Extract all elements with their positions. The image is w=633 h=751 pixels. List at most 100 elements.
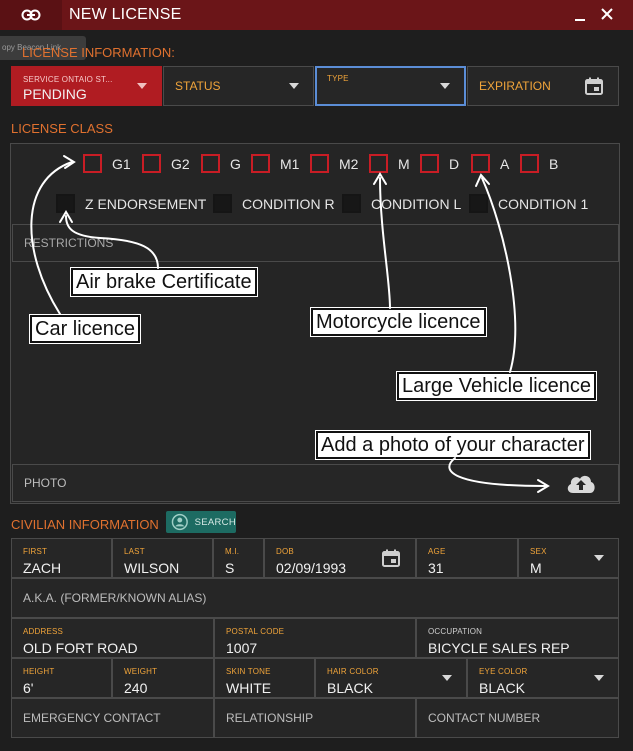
- checkbox-condition-l[interactable]: [342, 194, 361, 213]
- license-class-heading: LICENSE CLASS: [11, 121, 113, 136]
- service-label: SERVICE ONTAIO ST...: [23, 75, 113, 84]
- aka-label: A.K.A. (FORMER/KNOWN ALIAS): [23, 591, 207, 605]
- link-button[interactable]: [0, 0, 62, 30]
- contact-number-field[interactable]: CONTACT NUMBER: [416, 698, 619, 738]
- sex-label: SEX: [530, 547, 547, 556]
- label-m: M: [398, 156, 410, 172]
- label-condition-l: CONDITION L: [371, 196, 462, 212]
- weight-value: 240: [124, 680, 148, 696]
- checkbox-z-endorsement[interactable]: [56, 194, 75, 213]
- first-name-value: ZACH: [23, 560, 62, 576]
- emergency-contact-label: EMERGENCY CONTACT: [23, 711, 161, 725]
- checkbox-d[interactable]: [420, 154, 439, 173]
- hair-color-select[interactable]: HAIR COLOR BLACK: [315, 658, 467, 698]
- calendar-icon[interactable]: [381, 548, 401, 568]
- eye-color-select[interactable]: EYE COLOR BLACK: [467, 658, 619, 698]
- checkbox-condition-r[interactable]: [213, 194, 232, 213]
- search-label: SEARCH: [194, 516, 236, 528]
- label-condition-r: CONDITION R: [242, 196, 335, 212]
- skin-tone-value: WHITE: [226, 680, 272, 696]
- dob-field[interactable]: DOB 02/09/1993: [264, 538, 416, 578]
- label-g2: G2: [171, 156, 190, 172]
- calendar-icon[interactable]: [584, 76, 604, 96]
- contact-number-label: CONTACT NUMBER: [428, 711, 541, 725]
- checkbox-b[interactable]: [520, 154, 539, 173]
- checkbox-g1[interactable]: [83, 154, 102, 173]
- photo-field[interactable]: PHOTO: [12, 464, 619, 502]
- label-m1: M1: [280, 156, 300, 172]
- first-name-field[interactable]: FIRST ZACH: [11, 538, 112, 578]
- age-value: 31: [428, 560, 444, 576]
- aka-field[interactable]: A.K.A. (FORMER/KNOWN ALIAS): [11, 578, 619, 618]
- postal-code-field[interactable]: POSTAL CODE 1007: [214, 618, 416, 658]
- close-icon: [601, 8, 613, 20]
- dob-label: DOB: [276, 547, 294, 556]
- last-name-field[interactable]: LAST WILSON: [112, 538, 213, 578]
- skin-tone-label: SKIN TONE: [226, 667, 271, 676]
- caret-down-icon: [594, 675, 604, 681]
- address-label: ADDRESS: [23, 627, 64, 636]
- restrictions-field[interactable]: RESTRICTIONS: [12, 224, 619, 262]
- label-d: D: [449, 156, 460, 172]
- window-title: NEW LICENSE: [69, 6, 182, 23]
- expiration-field[interactable]: EXPIRATION: [467, 66, 619, 106]
- status-select[interactable]: STATUS: [163, 66, 314, 106]
- last-name-label: LAST: [124, 547, 145, 556]
- last-name-value: WILSON: [124, 560, 180, 576]
- label-a: A: [500, 156, 510, 172]
- service-select[interactable]: SERVICE ONTAIO ST... PENDING: [11, 66, 162, 106]
- hair-color-label: HAIR COLOR: [327, 667, 379, 676]
- middle-initial-label: M.I.: [225, 547, 240, 556]
- type-select[interactable]: TYPE: [315, 66, 466, 106]
- caret-down-icon: [594, 555, 604, 561]
- weight-label: WEIGHT: [124, 667, 158, 676]
- checkbox-m2[interactable]: [310, 154, 329, 173]
- status-label: STATUS: [175, 79, 221, 93]
- occupation-label: OCCUPATION: [428, 627, 483, 636]
- expiration-label: EXPIRATION: [479, 79, 551, 93]
- label-condition-1: CONDITION 1: [498, 196, 589, 212]
- checkbox-condition-1[interactable]: [469, 194, 488, 213]
- checkbox-g2[interactable]: [142, 154, 161, 173]
- close-button[interactable]: [596, 4, 618, 26]
- title-bar: NEW LICENSE: [0, 0, 633, 30]
- minimize-button[interactable]: [569, 4, 591, 26]
- label-m2: M2: [339, 156, 359, 172]
- callout-photo: Add a photo of your character: [316, 431, 590, 459]
- checkbox-m1[interactable]: [251, 154, 270, 173]
- callout-air-brake: Air brake Certificate: [71, 268, 257, 296]
- license-information-heading: LICENSE INFORMATION:: [22, 45, 175, 60]
- sex-value: M: [530, 560, 542, 576]
- relationship-field[interactable]: RELATIONSHIP: [214, 698, 416, 738]
- age-field[interactable]: AGE 31: [416, 538, 518, 578]
- height-value: 6': [23, 680, 34, 696]
- caret-down-icon: [137, 83, 147, 89]
- checkbox-g[interactable]: [201, 154, 220, 173]
- search-button[interactable]: SEARCH: [166, 511, 236, 533]
- eye-color-label: EYE COLOR: [479, 667, 528, 676]
- height-field[interactable]: HEIGHT 6': [11, 658, 112, 698]
- civilian-information-heading: CIVILIAN INFORMATION: [11, 517, 159, 532]
- callout-car-licence: Car licence: [30, 315, 141, 343]
- label-b: B: [549, 156, 559, 172]
- height-label: HEIGHT: [23, 667, 55, 676]
- sex-select[interactable]: SEX M: [518, 538, 619, 578]
- address-field[interactable]: ADDRESS OLD FORT ROAD: [11, 618, 214, 658]
- weight-field[interactable]: WEIGHT 240: [112, 658, 214, 698]
- emergency-contact-field[interactable]: EMERGENCY CONTACT: [11, 698, 214, 738]
- photo-label: PHOTO: [24, 476, 67, 490]
- callout-large-vehicle-licence: Large Vehicle licence: [397, 372, 597, 400]
- cloud-upload-icon[interactable]: [565, 471, 597, 495]
- caret-down-icon: [440, 83, 450, 89]
- caret-down-icon: [289, 83, 299, 89]
- service-value: PENDING: [23, 86, 87, 102]
- middle-initial-field[interactable]: M.I. S: [213, 538, 264, 578]
- checkbox-a[interactable]: [471, 154, 490, 173]
- occupation-field[interactable]: OCCUPATION BICYCLE SALES REP: [416, 618, 619, 658]
- checkbox-m[interactable]: [369, 154, 388, 173]
- skin-tone-field[interactable]: SKIN TONE WHITE: [214, 658, 315, 698]
- relationship-label: RELATIONSHIP: [226, 711, 314, 725]
- type-label: TYPE: [327, 74, 349, 83]
- middle-initial-value: S: [225, 560, 235, 576]
- restrictions-label: RESTRICTIONS: [24, 236, 114, 250]
